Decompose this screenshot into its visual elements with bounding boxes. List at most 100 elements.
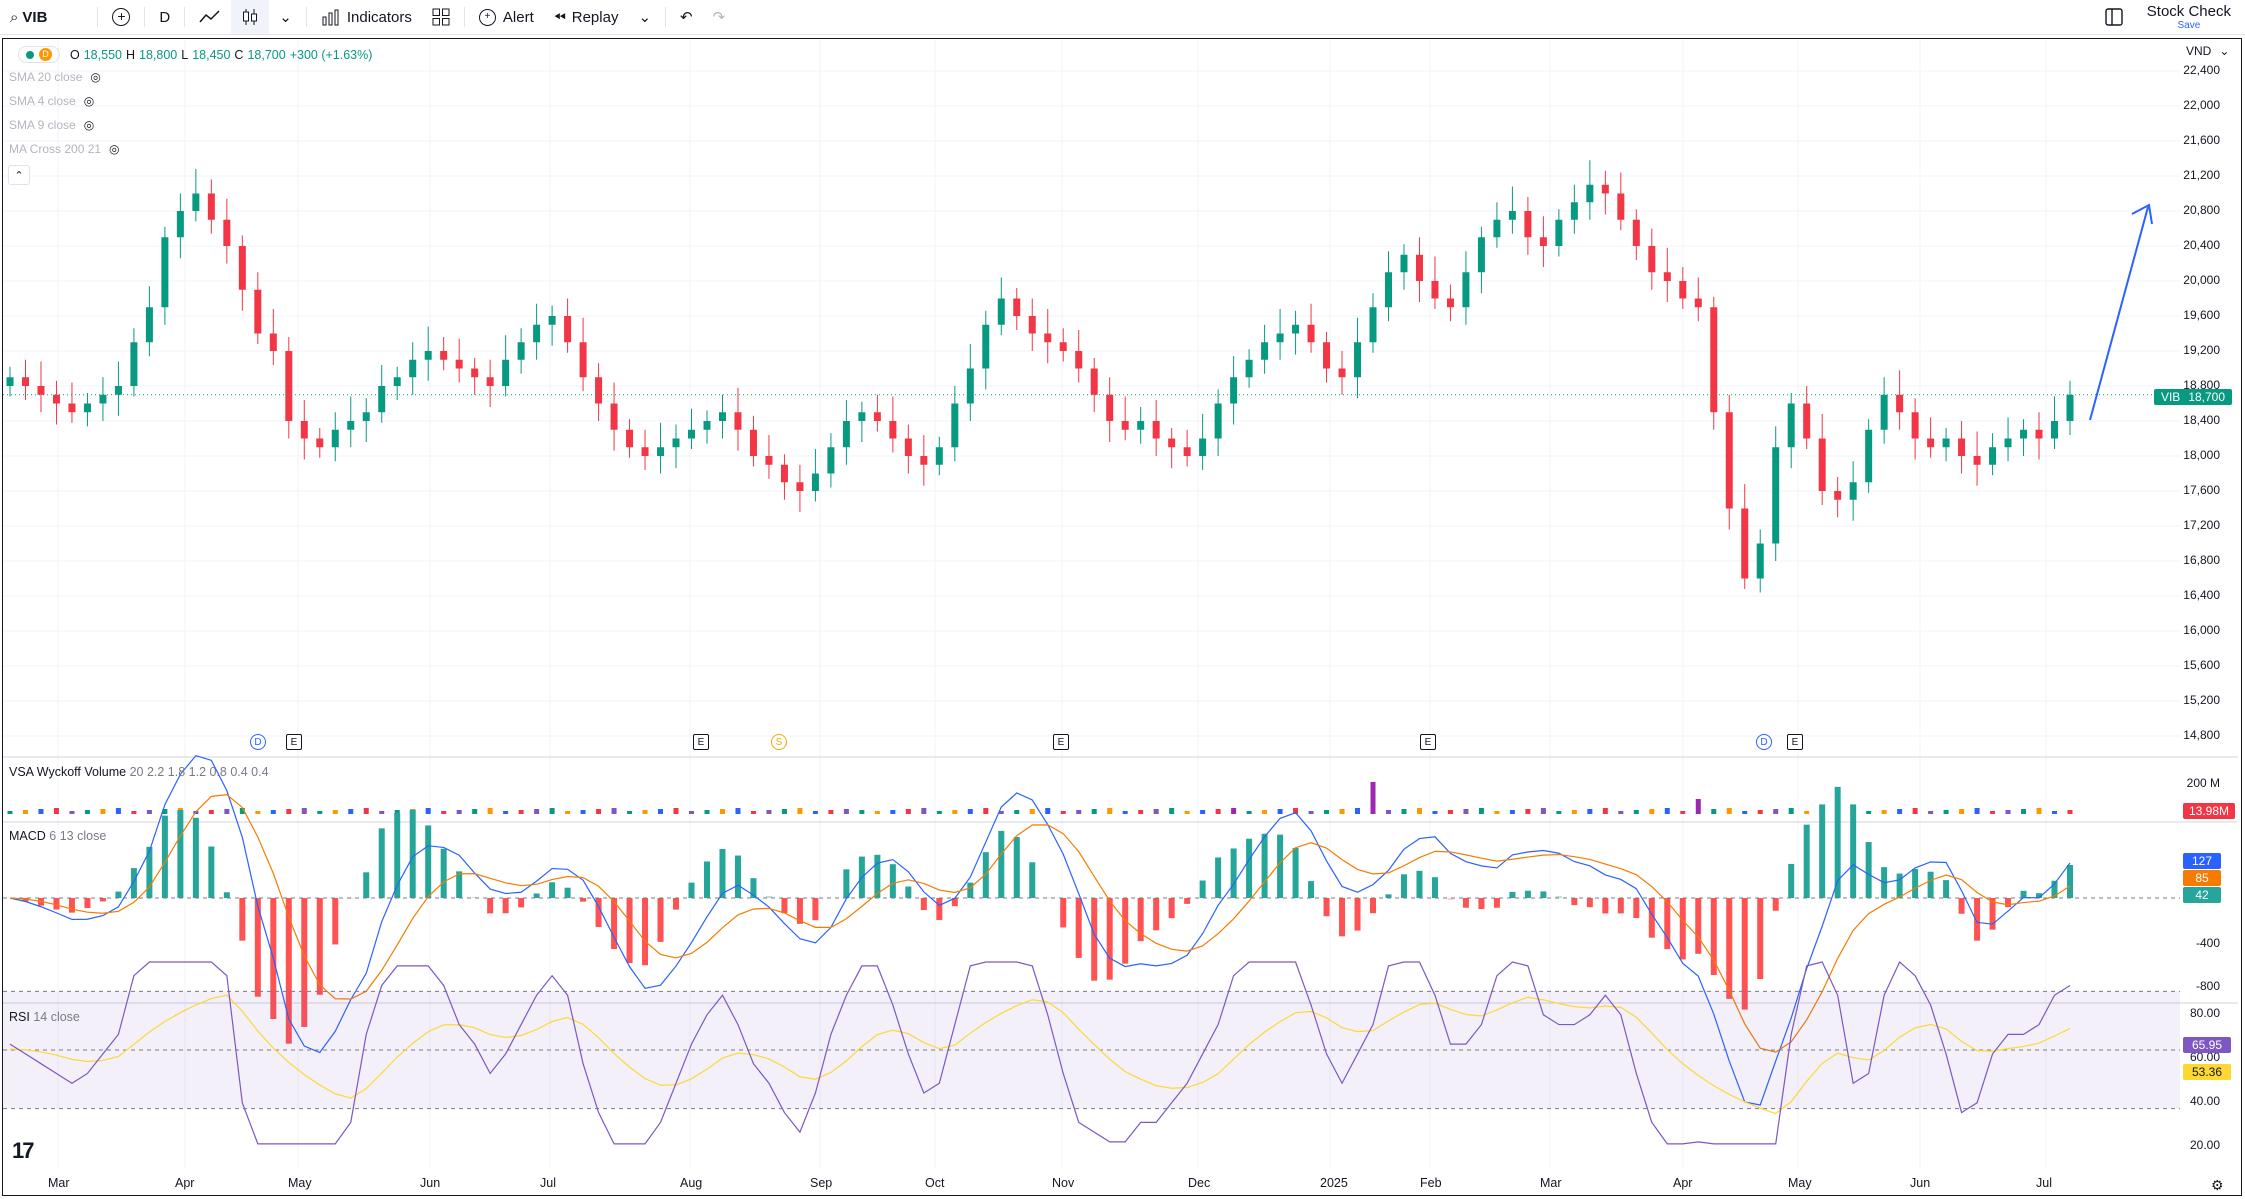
volume-bar xyxy=(936,811,942,814)
price-axis-label: 14,800 xyxy=(2183,728,2220,742)
candle-body xyxy=(533,324,541,343)
indicator-legend-sma20[interactable]: SMA 20 close ◎ xyxy=(9,70,101,84)
event-marker-E[interactable]: E xyxy=(1420,734,1436,750)
macd-histogram-bar xyxy=(1633,898,1640,919)
macd-histogram-bar xyxy=(378,828,385,898)
price-axis-label: 18,400 xyxy=(2183,413,2220,427)
candle-body xyxy=(641,447,649,456)
volume-pane-legend[interactable]: VSA Wyckoff Volume 20 2.2 1.8 1.2 0.8 0.… xyxy=(9,765,269,779)
macd-histogram-bar xyxy=(1168,898,1175,919)
macd-histogram-bar xyxy=(1091,898,1098,981)
candle-body xyxy=(1446,298,1454,308)
candle-body xyxy=(21,377,29,386)
macd-histogram-bar xyxy=(1943,880,1950,898)
candle-body xyxy=(300,421,308,439)
volume-bar xyxy=(967,809,973,814)
volume-params: 20 2.2 1.8 1.2 0.8 0.4 0.4 xyxy=(129,765,269,779)
volume-bar xyxy=(812,811,818,814)
candle-body xyxy=(1137,421,1145,430)
indicator-legend-sma9[interactable]: SMA 9 close ◎ xyxy=(9,118,94,132)
macd-histogram-bar xyxy=(1757,898,1764,980)
volume-last-tag: 13.98M xyxy=(2183,803,2235,819)
open-label: O xyxy=(70,47,80,62)
volume-bar xyxy=(2021,809,2027,814)
volume-bar xyxy=(673,808,679,814)
volume-bar xyxy=(549,808,555,814)
event-marker-E[interactable]: E xyxy=(1053,734,1069,750)
event-marker-D[interactable]: D xyxy=(250,734,266,750)
indicator-legend-sma4[interactable]: SMA 4 close ◎ xyxy=(9,94,94,108)
candle-body xyxy=(347,421,355,430)
indicator-name: SMA 4 close xyxy=(9,94,76,108)
candle-body xyxy=(1942,438,1950,448)
tradingview-logo-icon[interactable]: 17 xyxy=(12,1138,35,1164)
volume-bar xyxy=(2067,810,2073,814)
candle-body xyxy=(780,464,788,483)
volume-bar xyxy=(596,809,602,814)
event-marker-E[interactable]: E xyxy=(1787,734,1803,750)
candle-body xyxy=(564,316,572,343)
candle-body xyxy=(6,377,14,386)
volume-bar xyxy=(1153,809,1159,814)
volume-bar xyxy=(22,810,28,814)
rsi-pane-legend[interactable]: RSI 14 close xyxy=(9,1010,80,1024)
macd-histogram-bar xyxy=(1277,834,1284,898)
collapse-legend-button[interactable]: ⌃ xyxy=(8,165,30,185)
volume-bar xyxy=(1742,811,1748,814)
eye-hidden-icon[interactable]: ◎ xyxy=(90,70,100,84)
macd-histogram-bar xyxy=(703,861,710,898)
macd-histogram-bar xyxy=(719,849,726,898)
volume-bar xyxy=(704,810,710,814)
currency-selector[interactable]: VND ⌄ xyxy=(2186,44,2229,58)
macd-histogram-bar xyxy=(843,869,850,898)
candle-body xyxy=(718,412,726,421)
macd-histogram-bar xyxy=(1695,898,1702,954)
macd-histogram-bar xyxy=(642,898,649,966)
price-axis-label: 19,600 xyxy=(2183,308,2220,322)
candle-body xyxy=(471,368,479,378)
gear-icon[interactable]: ⚙ xyxy=(2211,1177,2224,1194)
indicator-name: SMA 20 close xyxy=(9,70,83,84)
candle-body xyxy=(734,412,742,430)
candle-body xyxy=(2004,438,2012,448)
eye-hidden-icon[interactable]: ◎ xyxy=(84,94,94,108)
candle-body xyxy=(1245,359,1253,378)
candle-body xyxy=(1106,394,1114,421)
macd-histogram-bar xyxy=(1230,848,1237,898)
macd-histogram-bar xyxy=(1462,898,1469,908)
event-marker-E[interactable]: E xyxy=(286,734,302,750)
macd-pane-legend[interactable]: MACD 6 13 close xyxy=(9,829,106,843)
macd-histogram-bar xyxy=(734,855,741,898)
macd-histogram-bar xyxy=(1726,898,1733,999)
candle-body xyxy=(1803,403,1811,439)
chart-canvas[interactable] xyxy=(0,0,2245,1199)
candle-body xyxy=(99,394,107,404)
candle-body xyxy=(2020,429,2028,439)
price-axis-label: 22,400 xyxy=(2183,63,2220,77)
eye-hidden-icon[interactable]: ◎ xyxy=(84,118,94,132)
candle-body xyxy=(1199,438,1207,456)
event-marker-S[interactable]: S xyxy=(771,734,787,750)
volume-bar xyxy=(719,809,725,814)
indicator-name: MA Cross 200 21 xyxy=(9,142,102,156)
candle-body xyxy=(1601,184,1609,194)
candle-body xyxy=(238,246,246,290)
volume-bar xyxy=(1959,809,1965,814)
event-marker-E[interactable]: E xyxy=(693,734,709,750)
interval-badge[interactable]: D xyxy=(18,46,60,63)
indicator-legend-ma-cross[interactable]: MA Cross 200 21 ◎ xyxy=(9,142,120,156)
macd-histogram-bar xyxy=(84,898,91,909)
macd-histogram-bar xyxy=(1106,898,1113,980)
macd-histogram-bar xyxy=(1122,898,1129,964)
volume-bar xyxy=(658,809,664,814)
candle-body xyxy=(176,211,184,238)
volume-bar xyxy=(1200,810,1206,814)
volume-title: VSA Wyckoff Volume xyxy=(9,765,127,779)
event-marker-D[interactable]: D xyxy=(1756,734,1772,750)
volume-bar xyxy=(1463,809,1469,814)
volume-bar xyxy=(983,808,989,814)
candle-body xyxy=(1369,307,1377,343)
candle-body xyxy=(83,403,91,413)
candle-body xyxy=(1880,394,1888,430)
eye-hidden-icon[interactable]: ◎ xyxy=(109,142,119,156)
